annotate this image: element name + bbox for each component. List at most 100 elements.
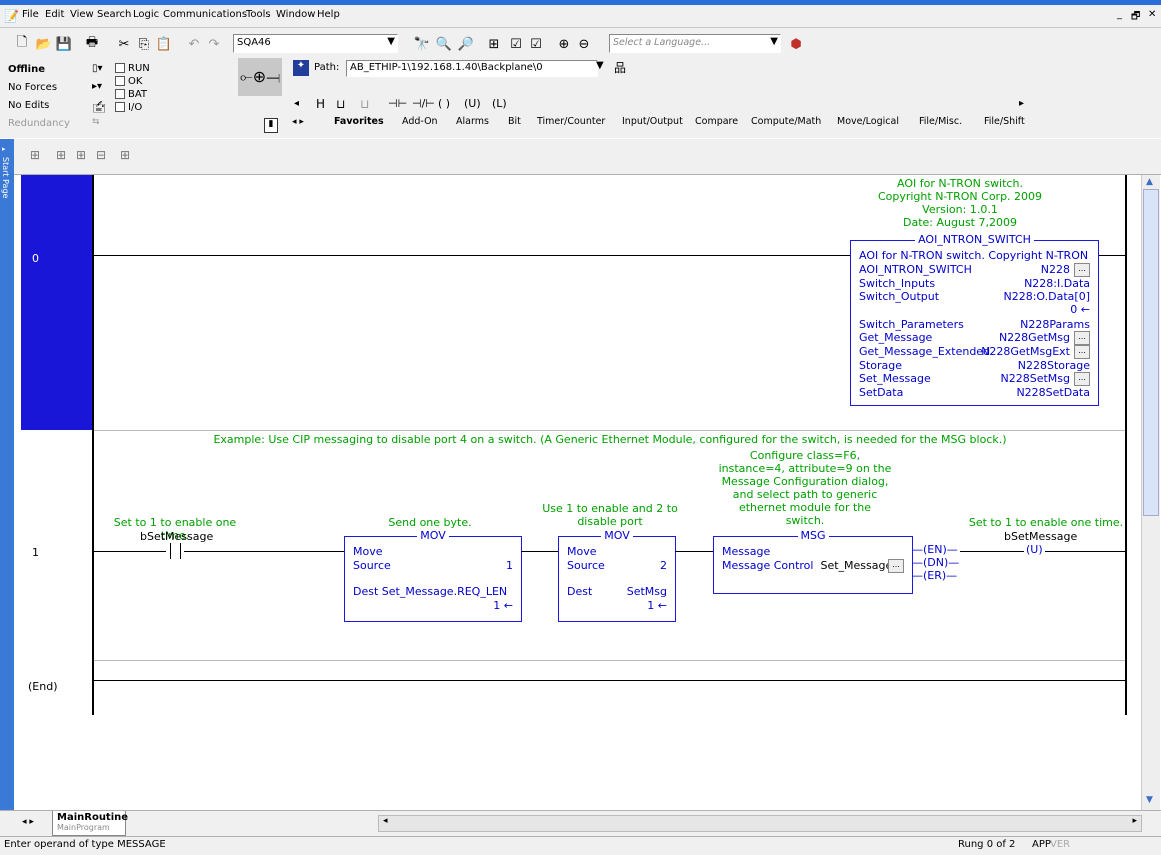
browse-button[interactable]: ...: [1074, 263, 1090, 277]
otl-icon[interactable]: (U): [464, 97, 481, 110]
browse-button[interactable]: ...: [1074, 345, 1090, 359]
horizontal-scrollbar[interactable]: ◂ ▸: [378, 815, 1142, 832]
scroll-right-icon[interactable]: ▸: [1019, 98, 1024, 109]
mov2-block[interactable]: MOV Move Source 2 Dest SetMsg 1 ←: [558, 529, 676, 622]
aoi-param-value[interactable]: N228: [1041, 263, 1070, 276]
hierarchy-icon[interactable]: ⊞: [484, 34, 504, 54]
menu-communications[interactable]: Communications: [163, 9, 247, 20]
forces-dropdown-icon[interactable]: ▸▾: [92, 81, 102, 92]
aoi-param-value[interactable]: N228Params: [1020, 318, 1090, 331]
rung-icon[interactable]: H: [316, 97, 325, 111]
mov1-dest-value[interactable]: Set_Message.REQ_LEN: [382, 585, 507, 598]
project-combo[interactable]: SQA46 ▼: [233, 34, 398, 53]
copy-icon[interactable]: ⎘: [134, 34, 154, 54]
otu-icon[interactable]: (L): [492, 97, 507, 110]
tab-alarms[interactable]: Alarms: [456, 116, 489, 127]
verify-all-icon[interactable]: ☑: [526, 34, 546, 54]
paste-icon[interactable]: 📋: [154, 34, 174, 54]
controller-mode[interactable]: Offline: [8, 64, 45, 75]
save-icon[interactable]: 💾: [54, 34, 74, 54]
menu-logic[interactable]: Logic: [133, 9, 159, 20]
vertical-scrollbar[interactable]: ▲ ▼: [1141, 175, 1160, 810]
xic-contact-left[interactable]: [166, 543, 171, 559]
minimize-button[interactable]: _: [1117, 9, 1122, 20]
path-combo[interactable]: AB_ETHIP-1\192.168.1.40\Backplane\0: [346, 60, 598, 77]
ote-icon[interactable]: ( ): [438, 97, 450, 110]
chevron-down-icon[interactable]: ▼: [596, 60, 604, 71]
accept-edits-icon[interactable]: ⊞: [56, 148, 66, 162]
tab-favorites[interactable]: Favorites: [334, 116, 384, 127]
chevron-down-icon[interactable]: ▼: [387, 36, 395, 47]
otu-coil[interactable]: (U): [1024, 543, 1045, 556]
xic-icon[interactable]: ⊣⊢: [388, 97, 407, 110]
scroll-left-icon[interactable]: ◂: [383, 816, 388, 826]
mov1-block[interactable]: MOV Move Source 1 Dest Set_Message.REQ_LE…: [344, 529, 522, 622]
scroll-down-icon[interactable]: ▼: [1146, 795, 1153, 805]
branch-icon[interactable]: ⊔: [336, 97, 345, 111]
menu-window[interactable]: Window: [276, 9, 315, 20]
new-icon[interactable]: 🗋: [12, 34, 32, 54]
tab-scroll-icon[interactable]: ◂ ▸: [22, 817, 34, 827]
scroll-up-icon[interactable]: ▲: [1146, 177, 1153, 187]
controller-props-icon[interactable]: ▮: [264, 118, 278, 133]
print-icon[interactable]: 🖶: [82, 34, 102, 54]
language-combo[interactable]: Select a Language... ▼: [609, 34, 781, 53]
forces-status[interactable]: No Forces: [8, 82, 57, 93]
xio-icon[interactable]: ⊣/⊢: [412, 97, 435, 110]
chevron-down-icon[interactable]: ▼: [770, 36, 778, 47]
branch-level-icon[interactable]: ⊔: [360, 97, 369, 111]
zoom-out-icon[interactable]: ⊖: [574, 34, 594, 54]
verify-icon[interactable]: ☑: [506, 34, 526, 54]
cancel-edits-icon[interactable]: ⊞: [76, 148, 86, 162]
menu-tools[interactable]: Tools: [246, 9, 271, 20]
tab-compute-math[interactable]: Compute/Math: [751, 116, 821, 127]
aoi-param-value[interactable]: N228SetMsg: [1001, 372, 1071, 385]
edit-rung-icon[interactable]: ⊞: [30, 148, 40, 162]
aoi-param-value[interactable]: N228:I.Data: [1024, 277, 1090, 290]
tab-add-on[interactable]: Add-On: [402, 116, 438, 127]
undo-icon[interactable]: ↶: [184, 34, 204, 54]
tab-input-output[interactable]: Input/Output: [622, 116, 683, 127]
close-button[interactable]: ✕: [1148, 9, 1156, 20]
zoom-in-icon[interactable]: ⊕: [554, 34, 574, 54]
xic-tag[interactable]: bSetMessage: [140, 530, 213, 543]
assemble-edits-icon[interactable]: ⊟: [96, 148, 106, 162]
network-icon[interactable]: ✦: [293, 60, 309, 76]
start-page-tab[interactable]: ▸ Start Page: [0, 139, 14, 811]
menu-view[interactable]: View: [70, 9, 94, 20]
scroll-left-icon[interactable]: ◂: [294, 98, 299, 109]
tab-bit[interactable]: Bit: [508, 116, 521, 127]
msg-ctrl-value[interactable]: Set_Message: [820, 559, 892, 572]
redo-icon[interactable]: ↷: [204, 34, 224, 54]
routine-tab[interactable]: MainRoutine MainProgram: [52, 811, 128, 836]
find-next-icon[interactable]: 🔍: [434, 34, 454, 54]
aoi-param-value[interactable]: N228Storage: [1018, 359, 1090, 372]
cut-icon[interactable]: ✂: [114, 34, 134, 54]
tab-compare[interactable]: Compare: [695, 116, 738, 127]
menu-help[interactable]: Help: [317, 9, 340, 20]
menu-file[interactable]: File: [22, 9, 39, 20]
scroll-right-icon[interactable]: ▸: [1132, 816, 1137, 826]
aoi-ntron-switch-block[interactable]: AOI_NTRON_SWITCH AOI for N-TRON switch. …: [850, 233, 1099, 406]
menu-search[interactable]: Search: [97, 9, 131, 20]
edits-status[interactable]: No Edits: [8, 100, 49, 111]
tab-file-misc[interactable]: File/Misc.: [919, 116, 962, 127]
test-edits-icon[interactable]: ⊞: [120, 148, 130, 162]
aoi-param-value[interactable]: N228GetMsgExt: [981, 345, 1070, 358]
otu-tag[interactable]: bSetMessage: [1004, 530, 1077, 543]
menu-edit[interactable]: Edit: [45, 9, 64, 20]
restore-button[interactable]: 🗗: [1131, 9, 1140, 26]
open-icon[interactable]: 📂: [34, 34, 54, 54]
aoi-param-value[interactable]: N228GetMsg: [999, 331, 1070, 344]
browse-button[interactable]: ...: [1074, 372, 1090, 386]
aoi-param-value[interactable]: N228:O.Data[0]: [1004, 290, 1091, 303]
find-icon[interactable]: 🔭: [412, 34, 432, 54]
browse-button[interactable]: ...: [888, 559, 904, 573]
tab-file-shift[interactable]: File/Shift: [984, 116, 1025, 127]
tab-move-logical[interactable]: Move/Logical: [837, 116, 899, 127]
rung-0-selector[interactable]: [21, 175, 92, 430]
browse-button[interactable]: ...: [1074, 331, 1090, 345]
search-tags-icon[interactable]: 🔎: [456, 34, 476, 54]
mov2-src-value[interactable]: 2: [660, 559, 667, 572]
mov2-dest-value[interactable]: SetMsg: [627, 585, 667, 598]
